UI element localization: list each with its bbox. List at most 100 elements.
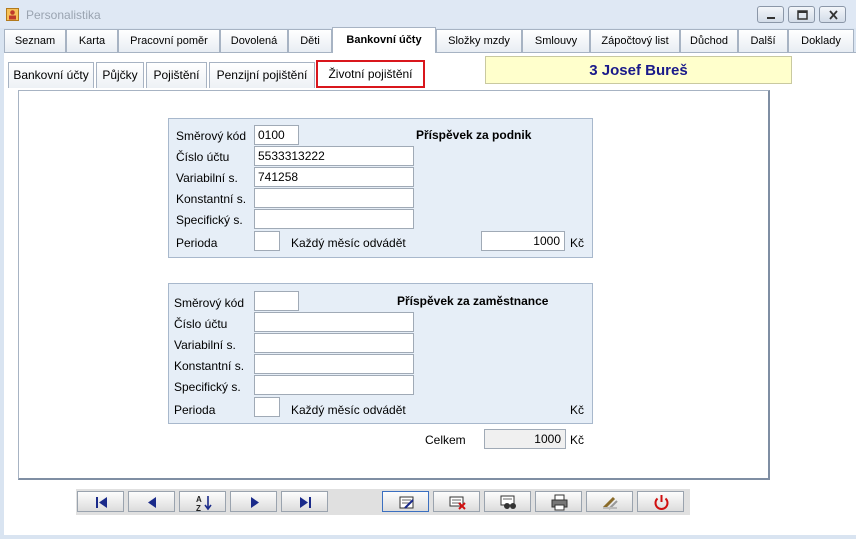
tab-seznam[interactable]: Seznam (4, 29, 66, 52)
subtab-label: Životní pojištění (328, 67, 413, 81)
search-button[interactable] (484, 491, 531, 512)
g2-kazdy-label: Každý měsíc odvádět (291, 403, 406, 417)
g2-specific-symbol-input[interactable] (254, 375, 414, 395)
tab-label: Důchod (690, 35, 728, 47)
print-icon (551, 494, 568, 511)
last-record-button[interactable] (281, 491, 328, 512)
g1-var-label: Variabilní s. (176, 171, 238, 185)
g2-bank-code-input[interactable] (254, 291, 299, 311)
subtab-zivotni-pojisteni[interactable]: Životní pojištění (316, 60, 425, 88)
g2-period-input[interactable] (254, 397, 280, 417)
next-record-button[interactable] (230, 491, 277, 512)
g1-currency-label: Kč (570, 236, 585, 250)
previous-record-button[interactable] (128, 491, 175, 512)
minimize-icon (767, 17, 775, 19)
tab-label: Bankovní účty (346, 34, 422, 46)
delete-button[interactable] (433, 491, 480, 512)
g2-currency-label: Kč (570, 403, 585, 417)
close-button[interactable] (819, 6, 846, 23)
g2-cislo-label: Číslo účtu (174, 317, 228, 331)
last-record-icon (300, 497, 311, 508)
tools-icon (602, 496, 618, 510)
total-label: Celkem (425, 433, 466, 447)
employee-contribution-heading: Příspěvek za zaměstnance (397, 294, 549, 308)
tab-pracovni-pomer[interactable]: Pracovní poměr (118, 29, 220, 52)
g2-konst-label: Konstantní s. (174, 359, 245, 373)
first-record-icon (96, 497, 107, 508)
main-tab-bar: Seznam Karta Pracovní poměr Dovolená Dět… (4, 27, 856, 53)
tab-dalsi[interactable]: Další (738, 29, 788, 52)
g1-bank-code-input[interactable] (254, 125, 299, 145)
subtab-label: Penzijní pojištění (216, 68, 308, 82)
g1-amount-input[interactable] (481, 231, 565, 251)
subtab-pujcky[interactable]: Půjčky (96, 62, 144, 88)
g2-account-number-input[interactable] (254, 312, 414, 332)
tab-karta[interactable]: Karta (66, 29, 118, 52)
g1-period-input[interactable] (254, 231, 280, 251)
window-title: Personalistika (26, 8, 101, 22)
print-button[interactable] (535, 491, 582, 512)
g1-konst-label: Konstantní s. (176, 192, 247, 206)
tab-label: Doklady (801, 35, 841, 47)
svg-text:A: A (196, 495, 202, 504)
tab-bankovni-ucty[interactable]: Bankovní účty (332, 27, 436, 53)
power-icon (654, 495, 669, 510)
tab-duchod[interactable]: Důchod (680, 29, 738, 52)
g1-account-number-input[interactable] (254, 146, 414, 166)
total-currency-label: Kč (570, 433, 585, 447)
tab-label: Děti (300, 35, 320, 47)
tab-zapoctovy-list[interactable]: Zápočtový list (590, 29, 680, 52)
delete-icon (449, 496, 466, 510)
subtab-label: Pojištění (153, 68, 200, 82)
tools-button[interactable] (586, 491, 633, 512)
tab-deti[interactable]: Děti (288, 29, 332, 52)
subtab-label: Půjčky (102, 68, 138, 82)
g2-variable-symbol-input[interactable] (254, 333, 414, 353)
subtab-label: Bankovní účty (13, 68, 89, 82)
g1-perioda-label: Perioda (176, 236, 218, 250)
total-amount-input (484, 429, 566, 449)
g1-specific-symbol-input[interactable] (254, 209, 414, 229)
g2-var-label: Variabilní s. (174, 338, 236, 352)
g1-variable-symbol-input[interactable] (254, 167, 414, 187)
tab-dovolena[interactable]: Dovolená (220, 29, 288, 52)
subtab-penzijni-pojisteni[interactable]: Penzijní pojištění (209, 62, 315, 88)
g2-spec-label: Specifický s. (174, 380, 241, 394)
subtab-bankovni-ucty[interactable]: Bankovní účty (8, 62, 94, 88)
record-toolbar: A Z (76, 489, 690, 515)
next-record-icon (251, 497, 259, 508)
maximize-button[interactable] (788, 6, 815, 23)
close-icon (829, 10, 838, 20)
previous-record-icon (148, 497, 156, 508)
sort-button[interactable]: A Z (179, 491, 226, 513)
tab-label: Pracovní poměr (130, 35, 208, 47)
title-bar: Personalistika (0, 0, 856, 28)
g2-smer-label: Směrový kód (174, 296, 245, 310)
tab-slozky-mzdy[interactable]: Složky mzdy (436, 29, 522, 52)
tab-label: Karta (78, 35, 106, 47)
first-record-button[interactable] (77, 491, 124, 512)
company-contribution-heading: Příspěvek za podnik (416, 128, 532, 142)
g1-smer-label: Směrový kód (176, 129, 247, 143)
edit-icon (399, 496, 414, 509)
tab-label: Dovolená (230, 35, 278, 47)
g1-kazdy-label: Každý měsíc odvádět (291, 236, 406, 250)
tab-doklady[interactable]: Doklady (788, 29, 854, 52)
power-button[interactable] (637, 491, 684, 512)
subtab-pojisteni[interactable]: Pojištění (146, 62, 207, 88)
minimize-button[interactable] (757, 6, 784, 23)
tab-label: Smlouvy (534, 35, 578, 47)
g2-constant-symbol-input[interactable] (254, 354, 414, 374)
tab-label: Další (750, 35, 776, 47)
edit-button[interactable] (382, 491, 429, 512)
g1-constant-symbol-input[interactable] (254, 188, 414, 208)
maximize-icon (797, 10, 808, 20)
tab-label: Seznam (14, 35, 56, 47)
g1-cislo-label: Číslo účtu (176, 150, 230, 164)
sort-icon: A Z (196, 495, 212, 513)
tab-smlouvy[interactable]: Smlouvy (522, 29, 590, 52)
g1-spec-label: Specifický s. (176, 213, 243, 227)
tab-label: Zápočtový list (601, 35, 669, 47)
search-icon (500, 495, 516, 509)
employee-name: 3 Josef Bureš (485, 56, 792, 84)
